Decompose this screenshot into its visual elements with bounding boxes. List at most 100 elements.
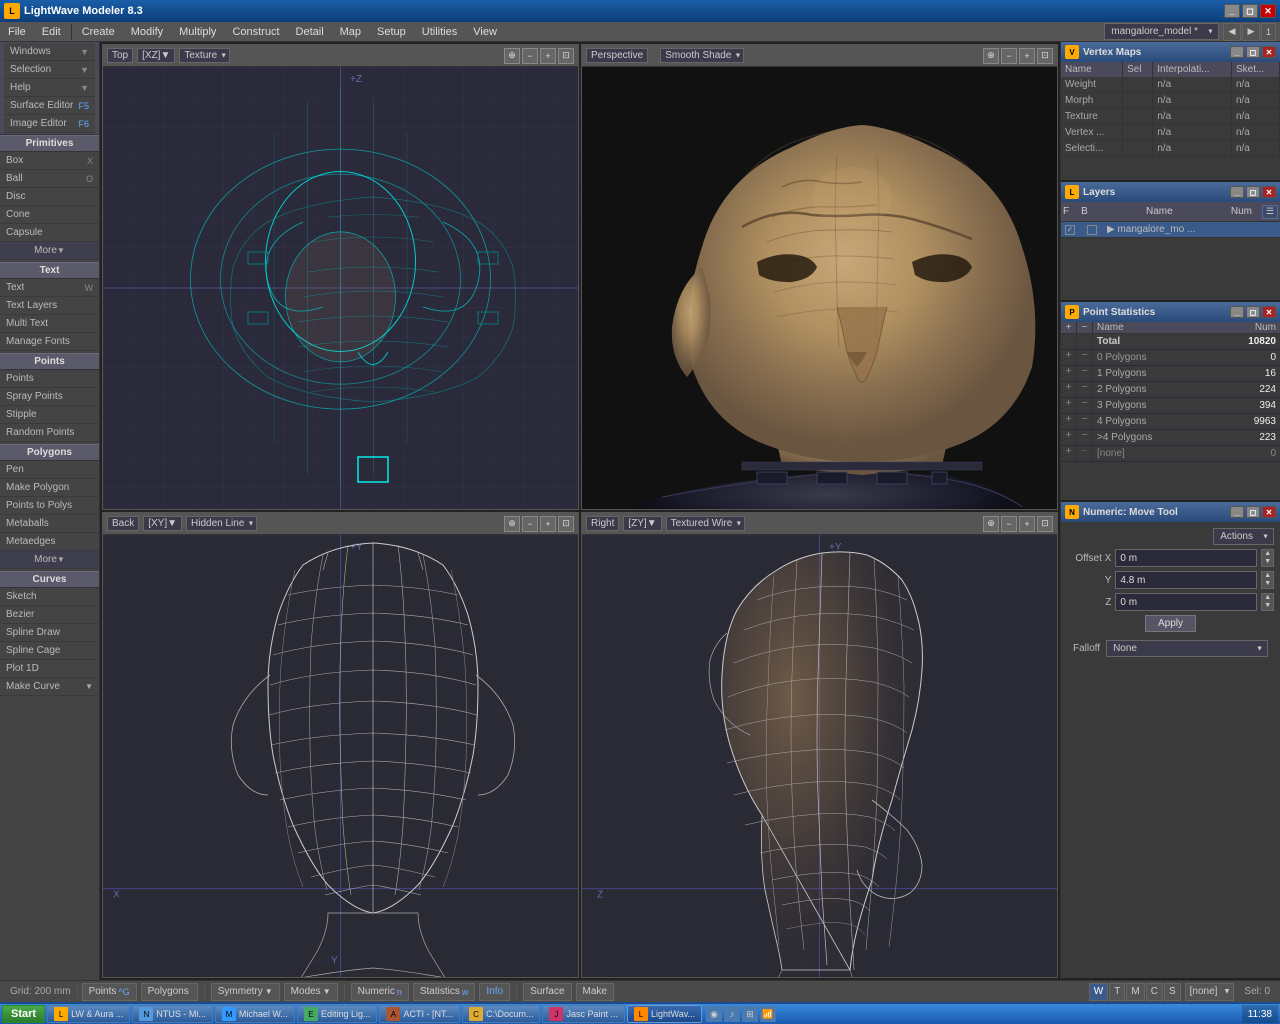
tab-construct[interactable]: Construct — [224, 22, 287, 41]
viewport-right[interactable]: Right [ZY]▼ Textured Wire ⊕ − + ⊡ — [581, 512, 1058, 978]
table-row[interactable]: Morphn/an/a — [1061, 93, 1280, 109]
offset-y-input[interactable] — [1115, 571, 1257, 589]
viewport-right-canvas[interactable]: +Y Z — [582, 535, 1057, 977]
menu-edit[interactable]: Edit — [34, 22, 69, 41]
statistics-btn[interactable]: Statistics w — [413, 983, 476, 1001]
btn-box[interactable]: BoxX — [0, 152, 99, 170]
btn-more-polygons[interactable]: More▼ — [0, 551, 99, 569]
viewport-back-canvas[interactable]: +Y — [103, 535, 578, 977]
points-mode-btn[interactable]: Points ^G — [82, 983, 137, 1001]
tab-setup[interactable]: Setup — [369, 22, 414, 41]
stat-row-0poly[interactable]: + − 0 Polygons 0 — [1061, 350, 1280, 366]
vp-right-fit[interactable]: ⊕ — [983, 516, 999, 532]
polygons-mode-btn[interactable]: Polygons — [141, 983, 198, 1001]
numeric-restore[interactable]: ◻ — [1246, 506, 1260, 518]
vp-perspective-fit[interactable]: ⊕ — [983, 48, 999, 64]
layers-options-icon[interactable]: ☰ — [1262, 205, 1278, 219]
falloff-dropdown[interactable]: None ▼ — [1106, 640, 1268, 657]
nav-left[interactable]: ◀ — [1223, 23, 1241, 41]
btn-sketch[interactable]: Sketch — [0, 588, 99, 606]
btn-points-to-polys[interactable]: Points to Polys — [0, 497, 99, 515]
close-button[interactable]: ✕ — [1260, 4, 1276, 18]
stat-row-gt4poly[interactable]: + − >4 Polygons 223 — [1061, 430, 1280, 446]
offset-x-input[interactable] — [1115, 549, 1257, 567]
vp-back-zoom-in[interactable]: + — [540, 516, 556, 532]
tab-c[interactable]: C — [1146, 983, 1163, 1001]
tab-create[interactable]: Create — [74, 22, 123, 41]
layer-b-check[interactable] — [1087, 225, 1097, 235]
btn-pen[interactable]: Pen — [0, 461, 99, 479]
tab-view[interactable]: View — [465, 22, 505, 41]
taskbar-app-lw-aura[interactable]: L LW & Aura ... — [47, 1005, 130, 1023]
numeric-close[interactable]: ✕ — [1262, 506, 1276, 518]
modes-btn[interactable]: Modes ▼ — [284, 983, 338, 1001]
vp-top-zoom-in[interactable]: + — [540, 48, 556, 64]
taskbar-app-ntus[interactable]: N NTUS - Mi... — [132, 1005, 213, 1023]
taskbar-app-lightwave[interactable]: L LightWav... — [627, 1005, 702, 1023]
vp-perspective-max[interactable]: ⊡ — [1037, 48, 1053, 64]
btn-metaballs[interactable]: Metaballs — [0, 515, 99, 533]
vp-top-mode[interactable]: Texture — [179, 48, 230, 63]
tab-m[interactable]: M — [1126, 983, 1144, 1001]
tab-w[interactable]: W — [1089, 983, 1108, 1001]
tab-detail[interactable]: Detail — [288, 22, 332, 41]
surface-btn[interactable]: Surface — [523, 983, 571, 1001]
menu-image-editor[interactable]: Image Editor F6 — [4, 115, 95, 133]
surface-none-dropdown[interactable]: [none] ▼ — [1185, 983, 1235, 1001]
vp-top-fit[interactable]: ⊕ — [504, 48, 520, 64]
vp-right-nav[interactable]: [ZY]▼ — [623, 516, 661, 531]
btn-make-curve[interactable]: Make Curve ▼ — [0, 678, 99, 696]
vp-perspective-zoom-out[interactable]: − — [1001, 48, 1017, 64]
menu-help[interactable]: Help ▼ — [4, 79, 95, 97]
vertex-maps-restore[interactable]: ◻ — [1246, 46, 1260, 58]
btn-disc[interactable]: Disc — [0, 188, 99, 206]
offset-z-spin[interactable]: ▲ ▼ — [1261, 593, 1274, 611]
viewport-back[interactable]: Back [XY]▼ Hidden Line ⊕ − + ⊡ — [102, 512, 579, 978]
menu-surface-editor[interactable]: Surface Editor F5 — [4, 97, 95, 115]
offset-z-input[interactable] — [1115, 593, 1257, 611]
viewport-perspective[interactable]: Perspective Smooth Shade ⊕ − + ⊡ — [581, 44, 1058, 510]
btn-manage-fonts[interactable]: Manage Fonts — [0, 333, 99, 351]
vp-back-label[interactable]: Back — [107, 516, 139, 531]
vp-back-mode[interactable]: Hidden Line — [186, 516, 257, 531]
btn-cone[interactable]: Cone — [0, 206, 99, 224]
vp-right-zoom-in[interactable]: + — [1019, 516, 1035, 532]
tab-t[interactable]: T — [1109, 983, 1125, 1001]
btn-bezier[interactable]: Bezier — [0, 606, 99, 624]
stat-row-3poly[interactable]: + − 3 Polygons 394 — [1061, 398, 1280, 414]
vp-back-nav[interactable]: [XY]▼ — [143, 516, 182, 531]
viewport-top-canvas[interactable]: +Z — [103, 67, 578, 509]
numeric-minimize[interactable]: _ — [1230, 506, 1244, 518]
viewport-top[interactable]: Top [XZ]▼ Texture ⊕ − + ⊡ — [102, 44, 579, 510]
layers-minimize[interactable]: _ — [1230, 186, 1244, 198]
vp-back-max[interactable]: ⊡ — [558, 516, 574, 532]
vp-top-label[interactable]: Top — [107, 48, 133, 63]
layers-restore[interactable]: ◻ — [1246, 186, 1260, 198]
tab-utilities[interactable]: Utilities — [414, 22, 465, 41]
btn-make-polygon[interactable]: Make Polygon — [0, 479, 99, 497]
minimize-button[interactable]: _ — [1224, 4, 1240, 18]
symmetry-btn[interactable]: Symmetry ▼ — [211, 983, 280, 1001]
viewport-perspective-canvas[interactable] — [582, 67, 1057, 509]
vp-perspective-mode[interactable]: Smooth Shade — [660, 48, 744, 63]
table-row[interactable]: Vertex ...n/an/a — [1061, 125, 1280, 141]
model-name-dropdown[interactable]: mangalore_model * ▼ — [1104, 23, 1219, 40]
btn-plot-1d[interactable]: Plot 1D — [0, 660, 99, 678]
tab-s[interactable]: S — [1164, 983, 1181, 1001]
taskbar-app-jasc[interactable]: J Jasc Paint ... — [542, 1005, 625, 1023]
offset-y-spin[interactable]: ▲ ▼ — [1261, 571, 1274, 589]
point-stats-minimize[interactable]: _ — [1230, 306, 1244, 318]
btn-spline-cage[interactable]: Spline Cage — [0, 642, 99, 660]
vp-right-label[interactable]: Right — [586, 516, 619, 531]
layer-f-check[interactable]: ✓ — [1065, 225, 1075, 235]
vp-top-max[interactable]: ⊡ — [558, 48, 574, 64]
taskbar-app-cdocum[interactable]: C C:\Docum... — [462, 1005, 541, 1023]
table-row[interactable]: Weightn/an/a — [1061, 77, 1280, 93]
btn-ball[interactable]: BallO — [0, 170, 99, 188]
tab-multiply[interactable]: Multiply — [171, 22, 224, 41]
stat-row-4poly[interactable]: + − 4 Polygons 9963 — [1061, 414, 1280, 430]
vp-back-fit[interactable]: ⊕ — [504, 516, 520, 532]
tab-modify[interactable]: Modify — [123, 22, 171, 41]
btn-metaedges[interactable]: Metaedges — [0, 533, 99, 551]
vp-right-zoom-out[interactable]: − — [1001, 516, 1017, 532]
